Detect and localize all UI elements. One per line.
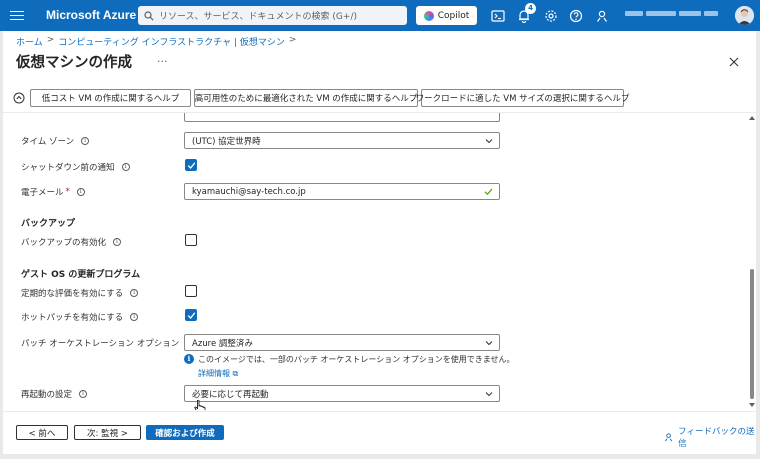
hotpatch-checkbox[interactable] <box>185 309 197 321</box>
reboot-setting-row: 再起動の設定 i <box>21 388 88 400</box>
shutdown-notify-label: シャットダウン前の通知 <box>21 163 115 173</box>
search-placeholder: リソース、サービス、ドキュメントの検索 (G+/) <box>159 12 357 22</box>
global-search-input[interactable]: リソース、サービス、ドキュメントの検索 (G+/) <box>138 6 407 25</box>
help-high-availability-vm-button[interactable]: 高可用性のために最適化された VM の作成に関するヘルプ <box>194 88 418 107</box>
avatar[interactable] <box>735 6 754 25</box>
previous-button[interactable]: < 前へ <box>16 425 68 440</box>
periodic-assessment-checkbox[interactable] <box>185 285 197 297</box>
timezone-label: タイム ゾーン <box>21 137 75 147</box>
hotpatch-row: ホットパッチを有効にする i <box>21 311 139 323</box>
email-label-row: 電子メール * i <box>21 186 85 198</box>
info-filled-icon: i <box>184 354 194 364</box>
email-label: 電子メール <box>21 188 64 198</box>
form-scroll-area[interactable]: タイム ゾーン i (UTC) 協定世界時 シャットダウン前の通知 i 電子メール *… <box>3 113 756 410</box>
portal-top-bar: Microsoft Azure リソース、サービス、ドキュメントの検索 (G+/… <box>0 0 760 31</box>
scrollbar-thumb[interactable] <box>750 269 754 399</box>
timezone-select[interactable]: (UTC) 協定世界時 <box>184 132 500 149</box>
email-value: kyamauchi@say-tech.co.jp <box>192 186 306 197</box>
menu-icon[interactable] <box>10 8 24 22</box>
info-icon[interactable]: i <box>79 390 88 398</box>
info-icon[interactable]: i <box>81 137 90 145</box>
create-vm-blade: ホーム > コンピューティング インフラストラクチャ | 仮想マシン > 仮想マ… <box>3 31 756 454</box>
feedback-person-icon <box>665 433 673 442</box>
patch-orchestration-value: Azure 調整済み <box>192 338 253 349</box>
chevron-down-icon <box>485 139 493 144</box>
scroll-up-arrow-icon[interactable] <box>749 116 755 120</box>
footer-divider <box>3 411 756 412</box>
info-icon[interactable]: i <box>76 188 85 196</box>
patch-orchestration-select[interactable]: Azure 調整済み <box>184 334 500 351</box>
backup-enable-row: バックアップの有効化 i <box>21 236 122 248</box>
help-vm-size-button[interactable]: ワークロードに適した VM サイズの選択に関するヘルプ <box>416 88 629 107</box>
hotpatch-label: ホットパッチを有効にする <box>21 313 124 323</box>
valid-check-icon <box>484 188 493 196</box>
checkmark-icon <box>187 162 196 169</box>
reboot-setting-select[interactable]: 必要に応じて再起動 <box>184 385 500 402</box>
backup-section-title: バックアップ <box>21 219 76 229</box>
learn-more-link[interactable]: 詳細情報 ⧉ <box>198 368 515 379</box>
info-icon[interactable]: i <box>121 163 130 171</box>
page-title: 仮想マシンの作成 <box>16 55 132 71</box>
copilot-button[interactable]: Copilot <box>416 6 477 25</box>
backup-enable-checkbox[interactable] <box>185 234 197 246</box>
notifications-badge: 4 <box>525 3 536 14</box>
help-low-cost-vm-button[interactable]: 低コスト VM の作成に関するヘルプ <box>30 88 191 107</box>
help-link-bar: 低コスト VM の作成に関するヘルプ 高可用性のために最適化された VM の作成… <box>13 88 629 107</box>
reboot-setting-label: 再起動の設定 <box>21 390 73 400</box>
next-monitoring-button[interactable]: 次: 監視 > <box>74 425 141 440</box>
breadcrumb-separator: > <box>288 35 297 45</box>
search-icon <box>144 10 154 21</box>
patch-orchestration-note: i このイメージでは、一部のパッチ オーケストレーション オプションを使用できま… <box>184 354 515 379</box>
brand-name[interactable]: Microsoft Azure <box>46 8 136 22</box>
info-icon[interactable]: i <box>130 313 139 321</box>
cloud-shell-icon[interactable] <box>491 9 505 23</box>
send-feedback-link[interactable]: フィードバックの送信 <box>664 425 756 449</box>
timezone-value: (UTC) 協定世界時 <box>192 136 261 147</box>
settings-gear-icon[interactable] <box>544 9 558 23</box>
close-icon[interactable] <box>729 57 739 67</box>
help-bubble-icon <box>13 92 25 103</box>
more-options-button[interactable]: ··· <box>157 55 168 68</box>
scroll-down-arrow-icon[interactable] <box>749 403 755 407</box>
timezone-label-row: タイム ゾーン i <box>21 135 90 147</box>
checkmark-icon <box>187 312 196 319</box>
hand-pointer-cursor-icon <box>194 400 206 410</box>
breadcrumb-home[interactable]: ホーム <box>16 35 43 48</box>
patch-orchestration-note-text: このイメージでは、一部のパッチ オーケストレーション オプションを使用できません… <box>198 355 515 364</box>
reboot-setting-value: 必要に応じて再起動 <box>192 389 269 400</box>
periodic-assessment-label: 定期的な評価を有効にする <box>21 289 124 299</box>
review-create-button[interactable]: 確認および作成 <box>146 425 224 440</box>
vertical-scrollbar[interactable] <box>748 113 756 410</box>
shutdown-notify-checkbox[interactable] <box>185 159 197 171</box>
periodic-assessment-row: 定期的な評価を有効にする i <box>21 287 139 299</box>
copilot-icon <box>423 10 434 21</box>
help-icon[interactable] <box>569 9 583 23</box>
required-mark: * <box>65 187 70 197</box>
shutdown-notify-row: シャットダウン前の通知 i <box>21 161 130 173</box>
info-icon[interactable]: i <box>130 289 139 297</box>
chevron-down-icon <box>485 341 493 346</box>
info-icon[interactable]: i <box>113 238 122 246</box>
breadcrumb: ホーム > コンピューティング インフラストラクチャ | 仮想マシン > <box>16 35 296 48</box>
breadcrumb-compute[interactable]: コンピューティング インフラストラクチャ | 仮想マシン <box>58 35 285 48</box>
patch-orchestration-row: パッチ オーケストレーション オプションi <box>21 337 195 349</box>
account-info[interactable] <box>625 9 725 23</box>
send-feedback-label: フィードバックの送信 <box>678 427 755 449</box>
guest-os-updates-section-title: ゲスト OS の更新プログラム <box>21 270 141 280</box>
breadcrumb-separator: > <box>46 35 55 45</box>
email-input[interactable]: kyamauchi@say-tech.co.jp <box>184 183 500 200</box>
backup-enable-label: バックアップの有効化 <box>21 238 107 248</box>
chevron-down-icon <box>485 392 493 397</box>
feedback-icon[interactable] <box>595 9 609 23</box>
clipped-field[interactable] <box>184 113 500 122</box>
patch-orchestration-label: パッチ オーケストレーション オプション <box>21 339 180 349</box>
copilot-label: Copilot <box>437 10 470 21</box>
